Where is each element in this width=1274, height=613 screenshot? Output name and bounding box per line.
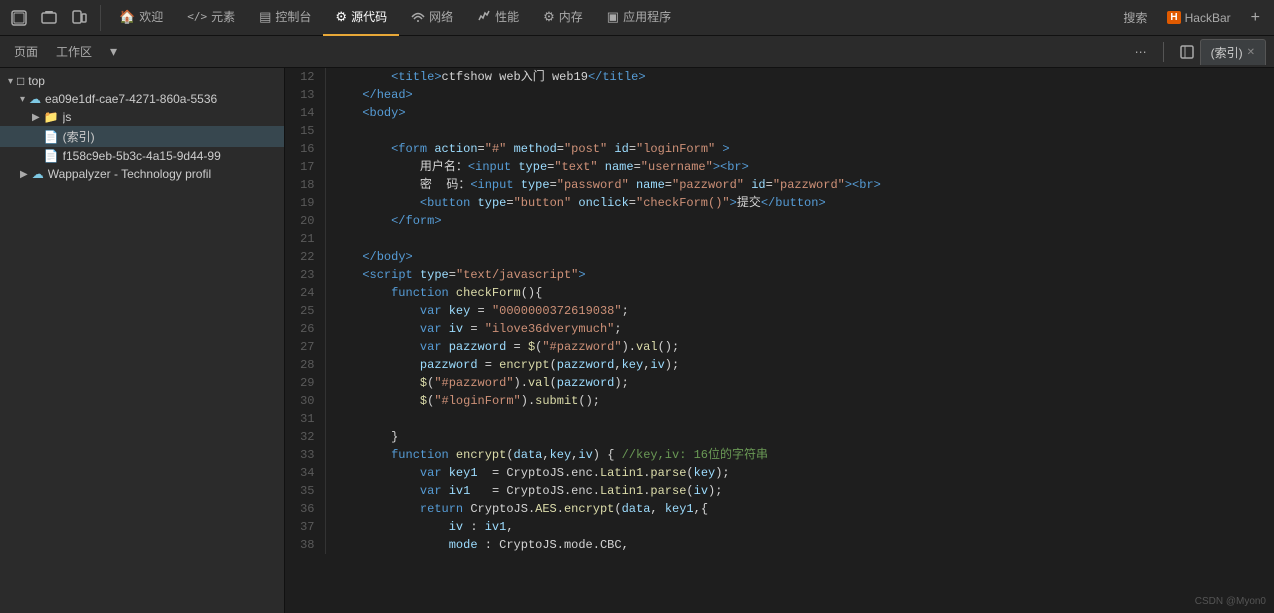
table-row: 29 $("#pazzword").val(pazzword); <box>285 374 1274 392</box>
watermark: CSDN @Myon0 <box>1195 596 1266 607</box>
more-options-button[interactable]: ⋯ <box>1129 43 1153 61</box>
panel-toggle[interactable] <box>1174 43 1200 61</box>
tab-console[interactable]: ▤ 控制台 <box>247 0 323 36</box>
network-icon <box>411 8 425 25</box>
file-icon: 📄 <box>44 149 59 163</box>
divider <box>1163 42 1164 62</box>
table-row: 12 <title>ctfshow web入门 web19</title> <box>285 68 1274 86</box>
memory-icon: ⚙ <box>543 9 555 25</box>
elements-icon: </> <box>187 10 207 23</box>
cloud-icon: ☁ <box>29 92 41 106</box>
table-row: 25 var key = "0000000372619038"; <box>285 302 1274 320</box>
cursor-icon[interactable] <box>6 5 32 31</box>
file-tree: ▾ □ top ▾ ☁ ea09e1df-cae7-4271-860a-5536… <box>0 68 284 613</box>
table-row: 26 var iv = "ilove36dverymuch"; <box>285 320 1274 338</box>
tab-network[interactable]: 网络 <box>399 0 465 36</box>
screenshot-icon[interactable] <box>36 5 62 31</box>
breadcrumb-dropdown[interactable]: ▾ <box>104 41 123 62</box>
table-row: 14 <body> <box>285 104 1274 122</box>
tab-memory[interactable]: ⚙ 内存 <box>531 0 595 36</box>
devtools-icons <box>6 5 101 31</box>
table-row: 32 } <box>285 428 1274 446</box>
code-editor: 12 <title>ctfshow web入门 web19</title> 13… <box>285 68 1274 613</box>
top-toolbar: 🏠 欢迎 </> 元素 ▤ 控制台 ⚙ 源代码 网络 <box>0 0 1274 36</box>
table-row: 31 <box>285 410 1274 428</box>
application-icon: ▣ <box>607 9 619 25</box>
table-row: 38 mode : CryptoJS.mode.CBC, <box>285 536 1274 554</box>
table-row: 33 function encrypt(data,key,iv) { //key… <box>285 446 1274 464</box>
table-row: 34 var key1 = CryptoJS.enc.Latin1.parse(… <box>285 464 1274 482</box>
table-row: 23 <script type="text/javascript"> <box>285 266 1274 284</box>
file-tree-sidebar: ▾ □ top ▾ ☁ ea09e1df-cae7-4271-860a-5536… <box>0 68 285 613</box>
source-file-tab[interactable]: (索引) ✕ <box>1200 39 1266 65</box>
main-tab-bar: 🏠 欢迎 </> 元素 ▤ 控制台 ⚙ 源代码 网络 <box>107 0 1113 36</box>
cloud-icon: ☁ <box>32 167 44 181</box>
arrow-icon: ▶ <box>20 169 28 180</box>
table-row: 28 pazzword = encrypt(pazzword,key,iv); <box>285 356 1274 374</box>
table-row: 19 <button type="button" onclick="checkF… <box>285 194 1274 212</box>
source-tab-bar: (索引) ✕ <box>1174 39 1266 65</box>
tree-item-domain[interactable]: ▾ ☁ ea09e1df-cae7-4271-860a-5536 <box>0 90 284 108</box>
tab-performance[interactable]: 性能 <box>465 0 531 36</box>
folder-icon: 📁 <box>44 110 59 124</box>
table-row: 18 密 码：<input type="password" name="pazz… <box>285 176 1274 194</box>
table-row: 37 iv : iv1, <box>285 518 1274 536</box>
folder-closed-icon: □ <box>17 74 24 88</box>
tree-item-top[interactable]: ▾ □ top <box>0 72 284 90</box>
table-row: 16 <form action="#" method="post" id="lo… <box>285 140 1274 158</box>
device-icon[interactable] <box>66 5 92 31</box>
hackbar-tab[interactable]: H HackBar <box>1157 11 1240 25</box>
console-icon: ▤ <box>259 9 271 25</box>
tab-elements[interactable]: </> 元素 <box>175 0 247 36</box>
performance-icon <box>477 8 491 25</box>
tree-item-index[interactable]: ▶ 📄 (索引) <box>0 126 284 147</box>
close-tab-button[interactable]: ✕ <box>1247 47 1255 58</box>
second-toolbar: 页面 工作区 ▾ ⋯ (索引) ✕ <box>0 36 1274 68</box>
home-icon: 🏠 <box>119 9 135 25</box>
table-row: 21 <box>285 230 1274 248</box>
table-row: 36 return CryptoJS.AES.encrypt(data, key… <box>285 500 1274 518</box>
code-content[interactable]: 12 <title>ctfshow web入门 web19</title> 13… <box>285 68 1274 613</box>
table-row: 20 </form> <box>285 212 1274 230</box>
tab-welcome[interactable]: 🏠 欢迎 <box>107 0 175 36</box>
hackbar-icon: H <box>1167 11 1180 24</box>
tree-item-file2[interactable]: ▶ 📄 f158c9eb-5b3c-4a15-9d44-99 <box>0 147 284 165</box>
page-nav-button[interactable]: 页面 <box>8 41 44 62</box>
arrow-icon: ▾ <box>8 76 13 87</box>
workspace-nav-button[interactable]: 工作区 <box>50 41 98 62</box>
search-area[interactable]: 搜索 <box>1115 9 1155 26</box>
table-row: 27 var pazzword = $("#pazzword").val(); <box>285 338 1274 356</box>
code-table: 12 <title>ctfshow web入门 web19</title> 13… <box>285 68 1274 554</box>
tab-sources[interactable]: ⚙ 源代码 <box>323 0 399 36</box>
main-layout: ▾ □ top ▾ ☁ ea09e1df-cae7-4271-860a-5536… <box>0 68 1274 613</box>
table-row: 17 用户名：<input type="text" name="username… <box>285 158 1274 176</box>
file-icon: 📄 <box>44 130 59 144</box>
table-row: 13 </head> <box>285 86 1274 104</box>
table-row: 22 </body> <box>285 248 1274 266</box>
sources-icon: ⚙ <box>335 9 347 25</box>
table-row: 30 $("#loginForm").submit(); <box>285 392 1274 410</box>
add-tab-button[interactable]: + <box>1243 9 1268 27</box>
table-row: 35 var iv1 = CryptoJS.enc.Latin1.parse(i… <box>285 482 1274 500</box>
arrow-icon: ▶ <box>32 112 40 123</box>
table-row: 15 <box>285 122 1274 140</box>
tree-item-js-folder[interactable]: ▶ 📁 js <box>0 108 284 126</box>
table-row: 24 function checkForm(){ <box>285 284 1274 302</box>
tree-item-wappalyzer[interactable]: ▶ ☁ Wappalyzer - Technology profil <box>0 165 284 183</box>
tab-application[interactable]: ▣ 应用程序 <box>595 0 683 36</box>
arrow-icon: ▾ <box>20 94 25 105</box>
